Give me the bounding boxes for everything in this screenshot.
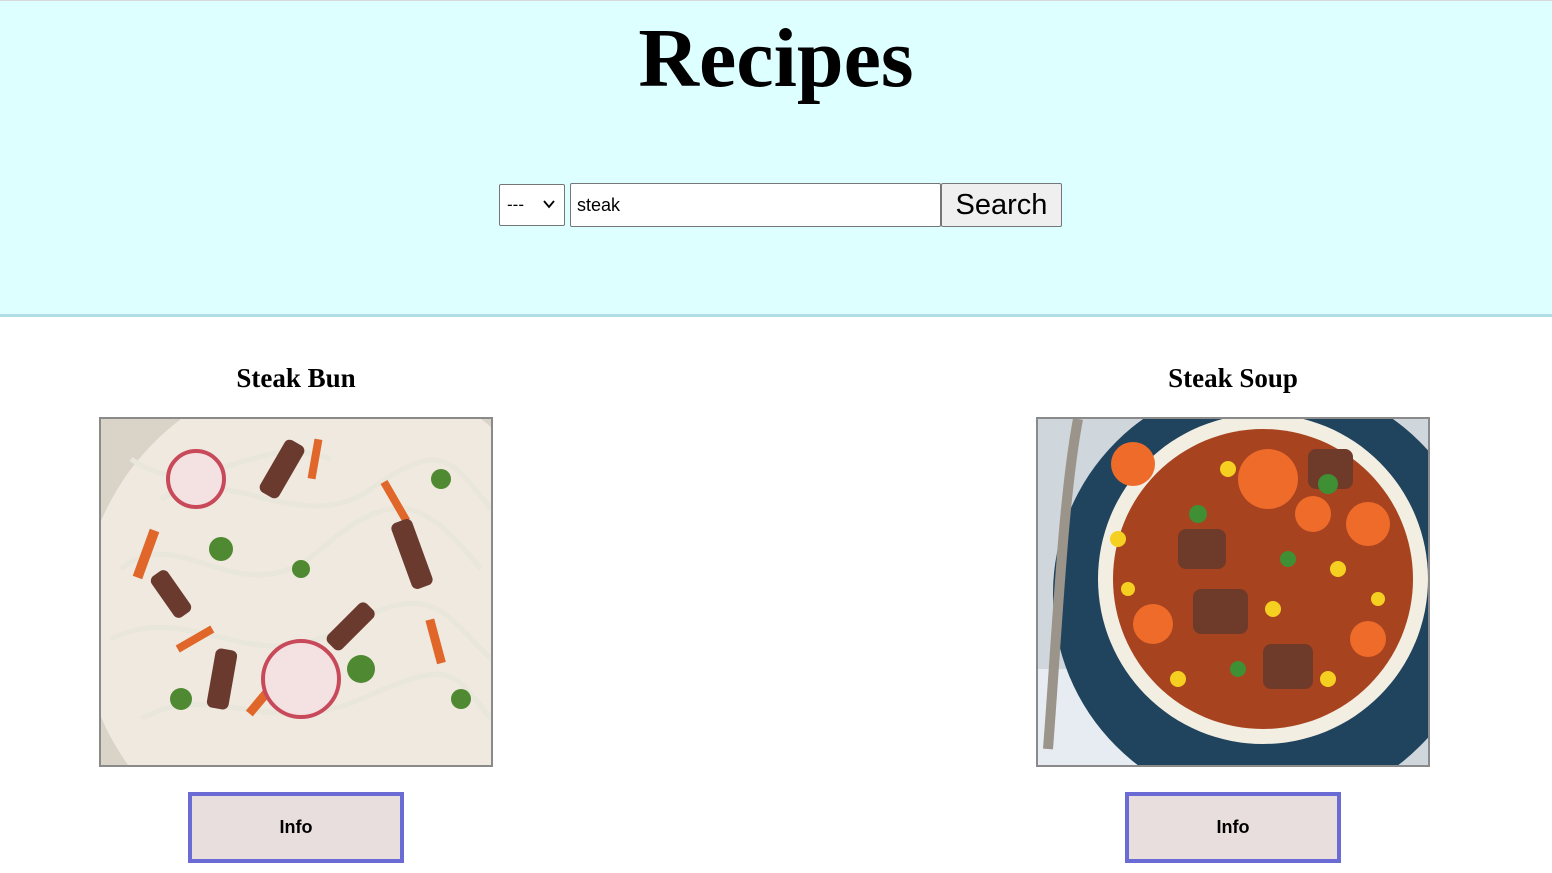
recipe-image [1036, 417, 1430, 767]
noodle-salad-photo [101, 419, 491, 765]
recipe-title: Steak Soup [1168, 363, 1298, 393]
recipe-title: Steak Bun [236, 363, 356, 393]
category-select-value: --- [507, 195, 524, 214]
recipe-card: Steak Bun Info [99, 360, 493, 863]
chevron-down-icon [543, 200, 555, 209]
page-title: Recipes [638, 12, 914, 105]
info-button[interactable]: Info [1125, 792, 1341, 863]
info-button[interactable]: Info [188, 792, 404, 863]
search-input[interactable] [570, 183, 941, 227]
stew-bowl-photo [1038, 419, 1428, 765]
page-header: Recipes --- Search [0, 1, 1552, 317]
recipe-image [99, 417, 493, 767]
search-bar: --- Search [499, 183, 1062, 227]
recipe-card: Steak Soup Info [1036, 360, 1430, 863]
search-button[interactable]: Search [941, 183, 1062, 227]
category-select[interactable]: --- [499, 184, 565, 226]
